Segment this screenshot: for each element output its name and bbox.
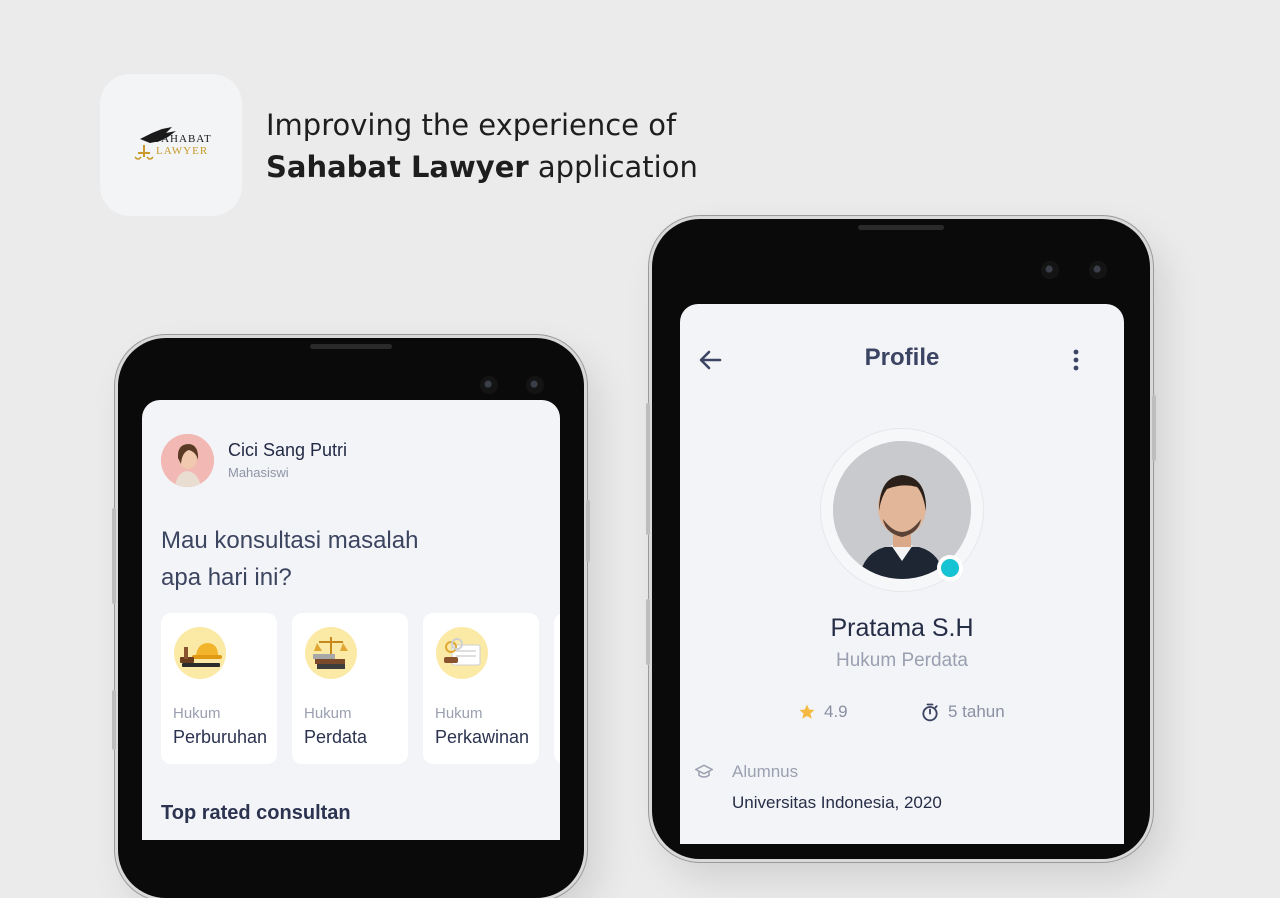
category-card-partial[interactable] (554, 613, 560, 764)
lawyer-name: Pratama S.H (830, 614, 974, 642)
phone-speaker (858, 225, 944, 230)
marriage-document-icon (436, 627, 488, 679)
headline-suffix: application (537, 150, 698, 184)
consultation-question: Mau konsultasi masalah apa hari ini? (161, 522, 481, 596)
headline-app-name: Sahabat Lawyer (266, 150, 529, 184)
logo-text-top: SAHABAT (154, 133, 212, 145)
user-name: Cici Sang Putri (228, 440, 348, 460)
user-role: Mahasiswi (228, 465, 289, 480)
phone-profile: Profile Pratama S.H Hukum Perdata 4.9 5 … (646, 219, 1156, 859)
front-camera (526, 376, 544, 394)
volume-button (646, 403, 650, 535)
experience-stat: 5 tahun (920, 702, 1005, 722)
rating-value: 4.9 (824, 702, 848, 721)
online-status-indicator (937, 555, 963, 581)
category-card-perdata[interactable]: Hukum Perdata (292, 613, 408, 764)
question-line-2: apa hari ini? (161, 564, 292, 591)
more-vertical-icon[interactable] (1066, 346, 1086, 374)
phone-speaker (310, 344, 392, 349)
headline-line-1: Improving the experience of (266, 108, 677, 142)
phone-home: Cici Sang Putri Mahasiswi Mau konsultasi… (112, 338, 590, 898)
avatar[interactable] (161, 434, 214, 487)
alumnus-value: Universitas Indonesia, 2020 (732, 793, 942, 812)
headline-line-2: Sahabat Lawyer application (266, 146, 698, 188)
star-icon (799, 704, 815, 719)
category-prefix: Hukum (173, 705, 221, 722)
side-button (112, 690, 116, 750)
front-camera (480, 376, 498, 394)
page-title: Profile (864, 344, 940, 371)
rating-stat: 4.9 (798, 702, 848, 722)
lawyer-field: Hukum Perdata (835, 650, 968, 671)
category-card-perburuhan[interactable]: Hukum Perburuhan (161, 613, 277, 764)
hardhat-gavel-icon (174, 627, 226, 679)
sahabat-lawyer-logo: SAHABAT LAWYER (126, 125, 216, 165)
category-title: Perburuhan (173, 727, 268, 747)
section-title: Top rated consultan (161, 802, 351, 824)
app-logo-tile: SAHABAT LAWYER (100, 74, 242, 216)
profile-screen: Profile Pratama S.H Hukum Perdata 4.9 5 … (680, 304, 1124, 844)
category-prefix: Hukum (304, 705, 352, 722)
front-camera (1041, 261, 1059, 279)
profile-photo-ring (820, 428, 984, 592)
alumnus-label: Alumnus (732, 762, 799, 781)
category-card-perkawinan[interactable]: Hukum Perkawinan (423, 613, 539, 764)
headline: Improving the experience of Sahabat Lawy… (266, 104, 698, 188)
power-button (1152, 395, 1156, 461)
stopwatch-icon (922, 703, 938, 722)
front-camera (1089, 261, 1107, 279)
user-photo (161, 434, 214, 487)
volume-button (112, 508, 116, 604)
category-title: Perkawinan (435, 727, 530, 747)
experience-value: 5 tahun (948, 702, 1005, 721)
graduation-cap-icon (694, 764, 714, 778)
home-screen: Cici Sang Putri Mahasiswi Mau konsultasi… (142, 400, 560, 840)
question-line-1: Mau konsultasi masalah (161, 527, 419, 554)
logo-text-bottom: LAWYER (156, 145, 209, 157)
side-button (646, 599, 650, 665)
power-button (586, 500, 590, 562)
category-title: Perdata (304, 727, 368, 747)
category-prefix: Hukum (435, 705, 483, 722)
scales-books-icon (305, 627, 357, 679)
